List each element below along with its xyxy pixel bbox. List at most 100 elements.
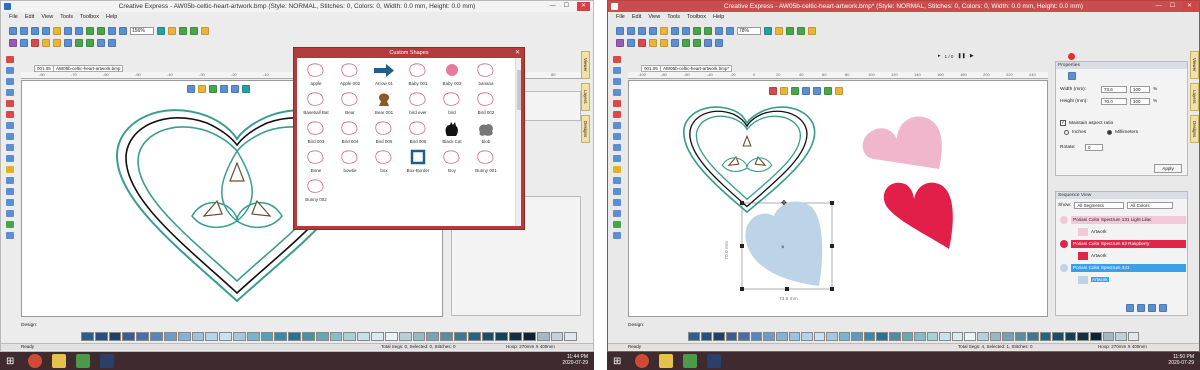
zoom-fit-icon[interactable] [119, 26, 127, 35]
width-input[interactable]: 73.6 [1101, 86, 1127, 93]
shape-item[interactable]: Bird 005 [367, 120, 401, 149]
group-icon[interactable] [64, 38, 72, 47]
palette-swatch[interactable] [713, 331, 725, 341]
shape-item[interactable]: Bird 006 [401, 120, 435, 149]
palette-swatch[interactable] [288, 331, 301, 341]
palette-swatch[interactable] [453, 331, 467, 341]
palette-swatch[interactable] [1077, 331, 1089, 341]
rotate-icon[interactable] [97, 38, 105, 47]
shape-tool-icon[interactable] [616, 38, 624, 47]
color-icon[interactable] [613, 166, 621, 173]
paste-icon[interactable] [75, 26, 83, 35]
shape-item[interactable]: banana [469, 62, 503, 91]
pause-icon[interactable]: ❚❚ [957, 53, 965, 59]
palette-swatch[interactable] [901, 331, 914, 341]
palette-swatch[interactable] [876, 331, 888, 341]
sequence-color-row[interactable]: Poriani Color Spectrum 83 Raspberry [1060, 238, 1186, 249]
palette-swatch[interactable] [315, 331, 329, 341]
zoom-tool-icon[interactable] [6, 100, 14, 107]
palette-swatch[interactable] [509, 331, 522, 341]
stitch-type-icon[interactable] [6, 210, 14, 217]
palette-swatch[interactable] [177, 331, 191, 341]
print-icon[interactable] [649, 26, 657, 35]
shape-item[interactable]: Black Cat [435, 120, 469, 149]
palette-swatch[interactable] [939, 331, 951, 341]
palette-swatch[interactable] [398, 331, 412, 341]
tab-001[interactable]: 001.05 [34, 65, 54, 72]
tab-layers[interactable]: Layers [581, 83, 590, 111]
align-icon[interactable] [42, 38, 50, 47]
zoom-tool-icon[interactable] [613, 100, 621, 107]
grid-icon[interactable] [715, 26, 723, 35]
photo-icon[interactable] [6, 199, 14, 206]
palette-swatch[interactable] [426, 331, 440, 341]
file-explorer-icon[interactable] [52, 354, 66, 368]
copy-icon[interactable] [64, 26, 72, 35]
tab-viewer[interactable]: Viewer [1190, 51, 1199, 79]
palette-swatch[interactable] [191, 331, 205, 341]
sequence-color-row[interactable]: Poriani Color Spectrum 331 [1060, 262, 1186, 273]
fill-pattern-icon[interactable] [6, 221, 14, 228]
palette-swatch[interactable] [750, 331, 763, 341]
palette-swatch[interactable] [260, 331, 274, 341]
tab-001[interactable]: 001.05 [641, 65, 661, 72]
node-edit-icon[interactable] [6, 67, 14, 74]
shape-item[interactable]: Bunny 001 [469, 149, 503, 178]
zoom-fit-icon[interactable] [726, 26, 734, 35]
inches-radio[interactable] [1064, 130, 1069, 135]
crop-icon[interactable] [6, 155, 14, 162]
menu-tools[interactable]: Tools [667, 14, 680, 20]
back-icon[interactable] [220, 85, 228, 93]
save-icon[interactable] [638, 26, 646, 35]
undo-icon[interactable] [86, 26, 94, 35]
tab-celtic-heart[interactable]: AW05b-celtic-heart-artwork.bmp [53, 65, 124, 72]
fill-tool-icon[interactable] [638, 38, 646, 47]
align-icon[interactable] [649, 38, 657, 47]
distribute-icon[interactable] [660, 38, 668, 47]
zoom-field[interactable]: 78% [737, 26, 761, 35]
palette-swatch[interactable] [1064, 331, 1077, 341]
sequence-artwork-row[interactable]: Artwork [1078, 226, 1107, 237]
minimize-button[interactable]: — [1156, 2, 1162, 11]
dialog-close-icon[interactable]: ✕ [515, 49, 520, 56]
redo-icon[interactable] [704, 26, 712, 35]
select-arrow-icon[interactable] [6, 56, 14, 63]
stop-icon[interactable] [1068, 53, 1075, 60]
palette-swatch[interactable] [302, 331, 315, 341]
text-tool-icon[interactable] [20, 38, 28, 47]
palette-swatch[interactable] [150, 331, 163, 341]
cut-icon[interactable] [53, 26, 61, 35]
flip-icon[interactable] [693, 38, 701, 47]
palette-swatch[interactable] [384, 331, 398, 341]
creative-express-icon[interactable] [707, 354, 721, 368]
stitch-icon[interactable] [775, 26, 783, 35]
shape-item[interactable]: bowtie [333, 149, 367, 178]
text-tool-icon[interactable] [627, 38, 635, 47]
text-icon[interactable] [613, 133, 621, 140]
palette-swatch[interactable] [976, 331, 989, 341]
palette-swatch[interactable] [1102, 331, 1115, 341]
settings-icon[interactable] [6, 232, 14, 239]
settings-icon[interactable] [613, 232, 621, 239]
move-down-icon[interactable] [1137, 304, 1145, 312]
rotate-input[interactable]: 0 [1085, 144, 1103, 151]
menu-view[interactable]: View [648, 14, 660, 20]
mirror-icon[interactable] [75, 38, 83, 47]
palette-swatch[interactable] [550, 331, 564, 341]
aspect-checkbox[interactable]: ✓ [1060, 120, 1066, 126]
palette-swatch[interactable] [219, 331, 232, 341]
compass-icon[interactable] [764, 26, 772, 35]
height-input[interactable]: 70.0 [1101, 98, 1127, 105]
shape-item[interactable]: Apple 002 [333, 62, 367, 91]
palette-swatch[interactable] [889, 331, 901, 341]
palette-swatch[interactable] [863, 331, 876, 341]
sequence-color-row[interactable]: Poriani Color Spectrum 131 Light Lilac [1060, 214, 1186, 225]
monogram-icon[interactable] [6, 188, 14, 195]
palette-swatch[interactable] [1090, 331, 1102, 341]
palette-swatch[interactable] [964, 331, 976, 341]
close-button[interactable]: ✕ [1182, 2, 1196, 11]
forward-icon[interactable] [231, 85, 239, 93]
sequence-artwork-row[interactable]: Artwork [1078, 250, 1107, 261]
hand-icon[interactable] [6, 89, 14, 96]
compass-icon[interactable] [157, 26, 165, 35]
